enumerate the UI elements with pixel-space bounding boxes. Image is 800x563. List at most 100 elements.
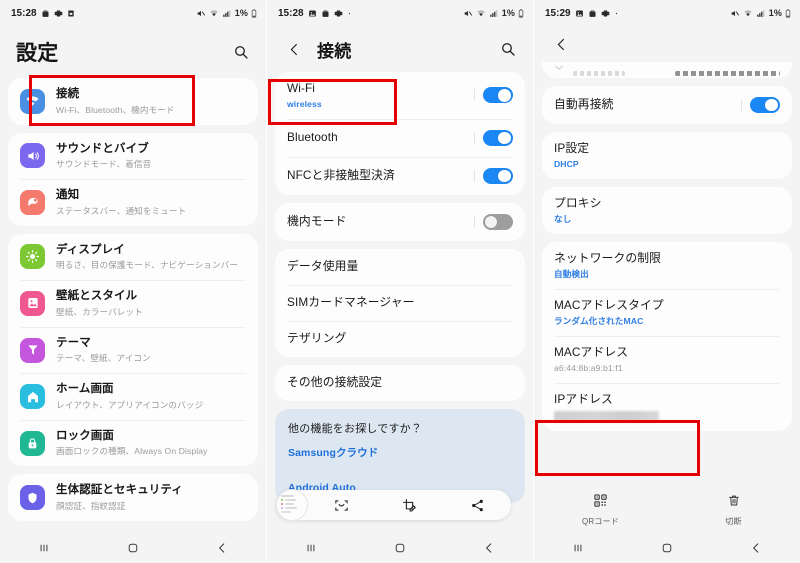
item-subtitle: ランダム化されたMAC [554,315,644,326]
screenshot-floating-toolbar[interactable] [276,489,511,521]
recents-icon[interactable] [291,541,331,555]
item-title: Wi-Fi [287,81,316,95]
item-subtitle: 明るさ、目の保護モード、ナビゲーションバー [56,260,239,271]
back-icon[interactable] [469,541,509,555]
home-icon[interactable] [113,541,153,555]
airplane-mode-toggle[interactable] [474,213,513,230]
list-item-more-connection-settings[interactable]: その他の接続設定 [275,365,525,401]
status-clock: 15:28 [278,7,304,19]
list-item-mac-address-type[interactable]: MACアドレスタイプ ランダム化されたMAC [542,288,792,336]
recents-icon[interactable] [24,541,64,555]
list-item-tethering[interactable]: テザリング [275,320,525,357]
back-icon[interactable] [550,33,572,55]
disconnect-label: 切断 [725,517,742,526]
list-item-data-usage[interactable]: データ使用量 [275,249,525,285]
list-item-network-restriction[interactable]: ネットワークの制限 自動検出 [542,242,792,289]
navigation-bar[interactable] [0,533,266,563]
item-title: テーマ [56,336,91,349]
screenshot-thumbnail[interactable] [276,489,308,521]
item-title: その他の接続設定 [287,374,383,389]
scrolled-partial-row[interactable] [542,62,792,78]
wifi-group-autoreconnect: 自動再接続 [542,86,792,124]
sidebar-item-home-screen[interactable]: ホーム画面 レイアウト、アプリアイコンのバッジ [8,373,258,420]
sidebar-item-wallpaper[interactable]: 壁紙とスタイル 壁紙、カラーパレット [8,280,258,327]
connections-group-more: その他の接続設定 [275,364,525,401]
sidebar-item-connections[interactable]: 接続 Wi-Fi、Bluetooth、機内モード [8,78,258,125]
item-text: MACアドレスタイプ ランダム化されたMAC [554,298,780,327]
item-title: 自動再接続 [554,97,614,112]
wifi-group-proxy: プロキシ なし [542,186,792,234]
connections-header: 接続 [267,26,533,72]
sidebar-item-sound[interactable]: サウンドとバイブ サウンドモード、着信音 [8,133,258,180]
item-subtitle: なし [554,213,572,224]
list-item-bluetooth[interactable]: Bluetooth [275,118,525,157]
qr-code-label: QRコード [582,517,619,526]
item-text: ネットワークの制限 自動検出 [554,251,780,280]
item-text: ホーム画面 レイアウト、アプリアイコンのバッジ [56,382,246,411]
navigation-bar[interactable] [534,533,800,563]
wifi-detail-list[interactable]: 自動再接続 IP設定 DHCP プロキシ なし ネットワークの制限 自動検出 M… [534,62,800,487]
connections-group-airplane: 機内モード [275,202,525,241]
sound-icon [20,143,45,169]
bluetooth-toggle[interactable] [474,129,513,146]
share-icon[interactable] [443,498,511,513]
item-title: SIMカードマネージャー [287,294,415,309]
sidebar-item-lock-screen[interactable]: ロック画面 画面ロックの種類、Always On Display [8,419,258,467]
mute-icon [196,9,206,18]
sim-icon [67,9,75,18]
back-icon[interactable] [202,541,242,555]
search-icon[interactable] [230,41,252,63]
crop-edit-icon[interactable] [376,498,444,513]
promo-link-samsung-cloud[interactable]: Samsungクラウド [288,445,512,460]
navigation-bar[interactable] [267,533,533,563]
list-item-wifi[interactable]: Wi-Fi wireless [275,72,525,119]
list-item-auto-reconnect[interactable]: 自動再接続 [542,86,792,124]
list-item-ip-settings[interactable]: IP設定 DHCP [542,132,792,179]
item-text: IP設定 DHCP [554,141,780,170]
item-text: 機内モード [287,214,483,230]
status-bar-right: 1% [196,8,257,18]
item-text: ロック画面 画面ロックの種類、Always On Display [56,429,246,458]
home-icon [20,384,45,410]
home-icon[interactable] [380,541,420,555]
home-icon[interactable] [647,541,687,555]
list-item-airplane-mode[interactable]: 機内モード [275,203,525,241]
item-text: 壁紙とスタイル 壁紙、カラーパレット [56,289,246,318]
wifi-detail-action-bar[interactable]: QRコード 切断 [534,487,800,533]
item-title: 機内モード [287,213,347,228]
item-text: 接続 Wi-Fi、Bluetooth、機内モード [56,87,246,116]
sidebar-item-theme[interactable]: テーマ テーマ、壁紙、アイコン [8,326,258,374]
item-title: 接続 [56,88,80,100]
wifi-toggle[interactable] [474,87,513,104]
disconnect-button[interactable]: 切断 [667,493,800,527]
wifi-group-network-info: ネットワークの制限 自動検出 MACアドレスタイプ ランダム化されたMAC MA… [542,241,792,431]
list-item-nfc[interactable]: NFCと非接触型決済 [275,156,525,195]
item-text: その他の接続設定 [287,375,513,391]
auto-reconnect-toggle[interactable] [741,97,780,113]
promo-title: 他の機能をお探しですか？ [288,422,423,435]
item-subtitle: 自動検出 [554,268,589,279]
back-icon[interactable] [283,38,305,60]
smart-select-icon[interactable] [308,498,376,513]
nfc-toggle[interactable] [474,167,513,184]
sidebar-item-display[interactable]: ディスプレイ 明るさ、目の保護モード、ナビゲーションバー [8,234,258,281]
item-subtitle: Wi-Fi、Bluetooth、機内モード [56,104,175,115]
sidebar-item-notifications[interactable]: 通知 ステータスバー、通知をミュート [8,179,258,226]
back-icon[interactable] [736,541,776,555]
connections-list[interactable]: Wi-Fi wireless Bluetooth NFCと非接触型決済 機内モー… [267,72,533,533]
item-text: 通知 ステータスバー、通知をミュート [56,188,246,217]
battery-icon [251,8,257,18]
settings-group-display: ディスプレイ 明るさ、目の保護モード、ナビゲーションバー 壁紙とスタイル 壁紙、… [8,233,258,467]
partial-network-row[interactable] [542,62,792,78]
item-title: MACアドレスタイプ [554,297,664,312]
display-icon [20,244,45,270]
sidebar-item-biometrics-security[interactable]: 生体認証とセキュリティ 顔認証、指紋認証 [8,474,258,521]
item-subtitle: wireless [287,98,322,109]
settings-list[interactable]: 接続 Wi-Fi、Bluetooth、機内モード サウンドとバイブ サウンドモー… [0,78,266,533]
list-item-proxy[interactable]: プロキシ なし [542,187,792,234]
qr-code-button[interactable]: QRコード [534,493,667,527]
search-icon[interactable] [497,38,519,60]
theme-icon [20,337,45,363]
recents-icon[interactable] [558,541,598,555]
list-item-sim-manager[interactable]: SIMカードマネージャー [275,284,525,321]
